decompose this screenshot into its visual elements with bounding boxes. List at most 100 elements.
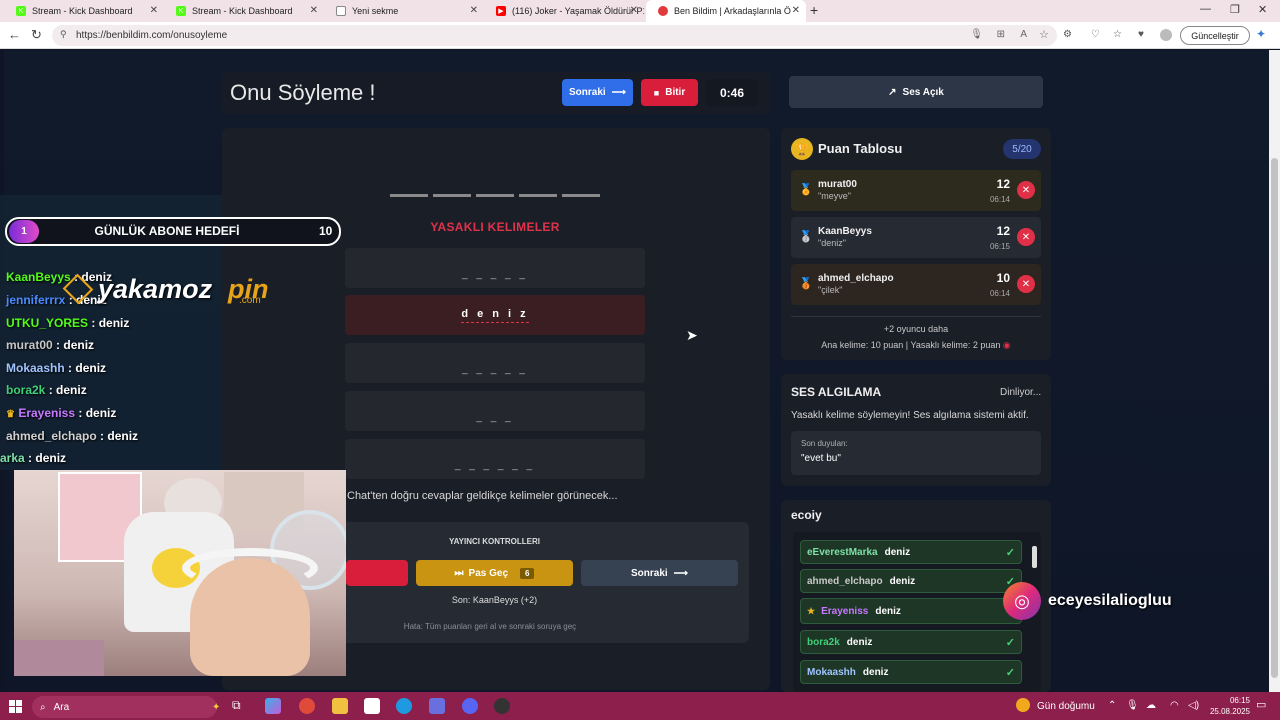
browser-tab-3[interactable]: Yeni sekme ✕	[324, 0, 484, 22]
controls-next-button[interactable]: Sonraki ⟶	[581, 560, 738, 586]
chat-user: KaanBeyys	[6, 270, 71, 284]
subscriber-goal-bar: 1 GÜNLÜK ABONE HEDEFİ 10	[5, 217, 341, 246]
overlay-chat-line: arka : deniz	[0, 451, 66, 465]
next-button[interactable]: Sonraki ⟶	[562, 79, 633, 106]
browser-tab-5-active[interactable]: Ben Bildim | Arkadaşlarınla Ö ✕	[646, 0, 806, 22]
target-icon: ◉	[1002, 340, 1011, 350]
scoring-rules-text: Ana kelime: 10 puan | Yasaklı kelime: 2 …	[821, 340, 1001, 350]
player-score: 12	[996, 177, 1010, 191]
collections-icon[interactable]: ♥	[1138, 29, 1144, 40]
tab-title: Yeni sekme	[352, 6, 399, 16]
file-explorer-icon[interactable]	[332, 698, 348, 714]
clock-time: 06:15	[1229, 696, 1250, 705]
new-tab-button[interactable]: +	[810, 2, 818, 18]
favorites-icon[interactable]: ☆	[1113, 29, 1122, 40]
voice-status: Dinliyor...	[1000, 387, 1042, 398]
tray-mic-icon[interactable]: 🎙	[1126, 700, 1139, 711]
scrollbar-thumb[interactable]	[1271, 158, 1278, 678]
browser-tab-4[interactable]: ▶ (116) Joker - Yaşamak Öldürür P1 ✕	[484, 0, 644, 22]
chat-user: ahmed_elchapo	[6, 429, 97, 443]
update-button[interactable]: Güncelleştir	[1180, 26, 1250, 45]
forbidden-word-4: _ _ _	[345, 391, 645, 431]
forbidden-word-1: _ _ _ _ _	[345, 248, 645, 288]
discord-icon[interactable]	[462, 698, 478, 714]
favorite-star-icon[interactable]: ☆	[1039, 28, 1049, 41]
answer-word: deniz	[846, 636, 873, 648]
obs-icon[interactable]	[494, 698, 510, 714]
close-tab-icon[interactable]: ✕	[470, 5, 478, 16]
store-icon[interactable]	[364, 698, 380, 714]
arrow-right-icon: ⟶	[673, 567, 689, 579]
answer-row: ★ Erayeniss deniz ✓	[800, 598, 1022, 624]
browser-tab-1[interactable]: K Stream - Kick Dashboard ✕	[4, 0, 164, 22]
logo-domain: .com	[239, 295, 261, 306]
overlay-chat-line: Mokaashh : deniz	[6, 361, 106, 375]
overlay-chat-line: bora2k : deniz	[6, 383, 87, 397]
sound-toggle-button[interactable]: ↗ Ses Açık	[789, 76, 1043, 108]
player-word: "deniz"	[818, 238, 846, 248]
windows-start-icon[interactable]	[9, 700, 22, 713]
ecoiy-scrollbar[interactable]	[1032, 546, 1037, 568]
forbidden-word-3: _ _ _ _ _	[345, 343, 645, 383]
maximize-icon[interactable]: ❐	[1230, 3, 1240, 16]
player-score: 10	[996, 271, 1010, 285]
answer-row: bora2k deniz ✓	[800, 630, 1022, 654]
tray-chevron-icon[interactable]: ⌃	[1108, 700, 1116, 711]
edge-icon[interactable]	[396, 698, 412, 714]
next-label: Sonraki	[568, 87, 606, 98]
apps-icon[interactable]: ⊞	[997, 29, 1005, 40]
check-icon: ✓	[1005, 667, 1015, 679]
tab-title: Stream - Kick Dashboard	[192, 6, 293, 16]
site-info-icon[interactable]: ⚲	[60, 29, 67, 40]
copilot-icon[interactable]: ✦	[1256, 27, 1266, 41]
close-tab-icon[interactable]: ✕	[150, 5, 158, 16]
reload-icon[interactable]: ↻	[31, 27, 42, 43]
weather-text[interactable]: Gün doğumu	[1037, 701, 1095, 712]
profile-avatar[interactable]	[1160, 29, 1172, 41]
minimize-icon[interactable]: —	[1200, 3, 1211, 15]
answer-word: deniz	[875, 605, 901, 617]
taskbar-search[interactable]: ⌕ Ara ✦	[32, 696, 220, 718]
read-aloud-icon[interactable]: A	[1020, 29, 1027, 40]
forbidden-word-2-revealed: d e n i z	[345, 295, 645, 335]
close-tab-icon[interactable]: ✕	[630, 5, 638, 16]
answer-word: deniz	[889, 575, 916, 587]
taskbar-clock[interactable]: 06:15 25.08.2025	[1200, 695, 1250, 717]
task-view-icon[interactable]: ⧉	[232, 698, 248, 714]
remove-player-button[interactable]: ✕	[1017, 275, 1035, 293]
close-tab-icon[interactable]: ✕	[310, 5, 318, 16]
weather-sun-icon[interactable]	[1016, 698, 1030, 712]
timer: 0:46	[706, 79, 758, 106]
browser-tab-2[interactable]: K Stream - Kick Dashboard ✕	[164, 0, 324, 22]
chrome-icon[interactable]	[299, 698, 315, 714]
volume-icon[interactable]: ◁)	[1188, 700, 1199, 711]
notifications-icon[interactable]: ▭	[1256, 698, 1266, 711]
finish-button[interactable]: ■ Bitir	[641, 79, 698, 106]
youtube-icon: ▶	[496, 6, 506, 16]
chat-user: arka	[0, 451, 25, 465]
last-heard-value: "evet bu"	[801, 453, 841, 464]
app-icon[interactable]	[429, 698, 445, 714]
close-window-icon[interactable]: ✕	[1258, 3, 1267, 16]
wifi-icon[interactable]: ◠	[1170, 700, 1179, 711]
extensions-icon[interactable]: ⚙	[1063, 29, 1072, 40]
copilot-app-icon[interactable]	[265, 698, 281, 714]
pass-button[interactable]: ⏭ Pas Geç 6	[416, 560, 573, 586]
url-field[interactable]: ⚲ https://benbildim.com/onusoyleme 🎙 ⊞ A…	[52, 25, 1057, 46]
remove-player-button[interactable]: ✕	[1017, 181, 1035, 199]
sound-label: Ses Açık	[902, 86, 944, 98]
answer-row: Mokaashh deniz ✓	[800, 660, 1022, 684]
tray-app-icon[interactable]: ☁	[1146, 700, 1156, 711]
wrong-button[interactable]	[346, 560, 408, 586]
chat-user: murat00	[6, 338, 53, 352]
browser-essentials-icon[interactable]: ♡	[1091, 29, 1100, 40]
remove-player-button[interactable]: ✕	[1017, 228, 1035, 246]
chat-message: : deniz	[78, 406, 117, 420]
answer-user: Erayeniss	[821, 605, 869, 617]
player-score: 12	[996, 224, 1010, 238]
mic-icon[interactable]: 🎙	[970, 29, 983, 40]
arrow-right-icon: ⟶	[611, 87, 627, 98]
back-icon[interactable]: ←	[8, 27, 21, 42]
url-text: https://benbildim.com/onusoyleme	[76, 30, 228, 41]
close-tab-icon[interactable]: ✕	[792, 5, 800, 16]
